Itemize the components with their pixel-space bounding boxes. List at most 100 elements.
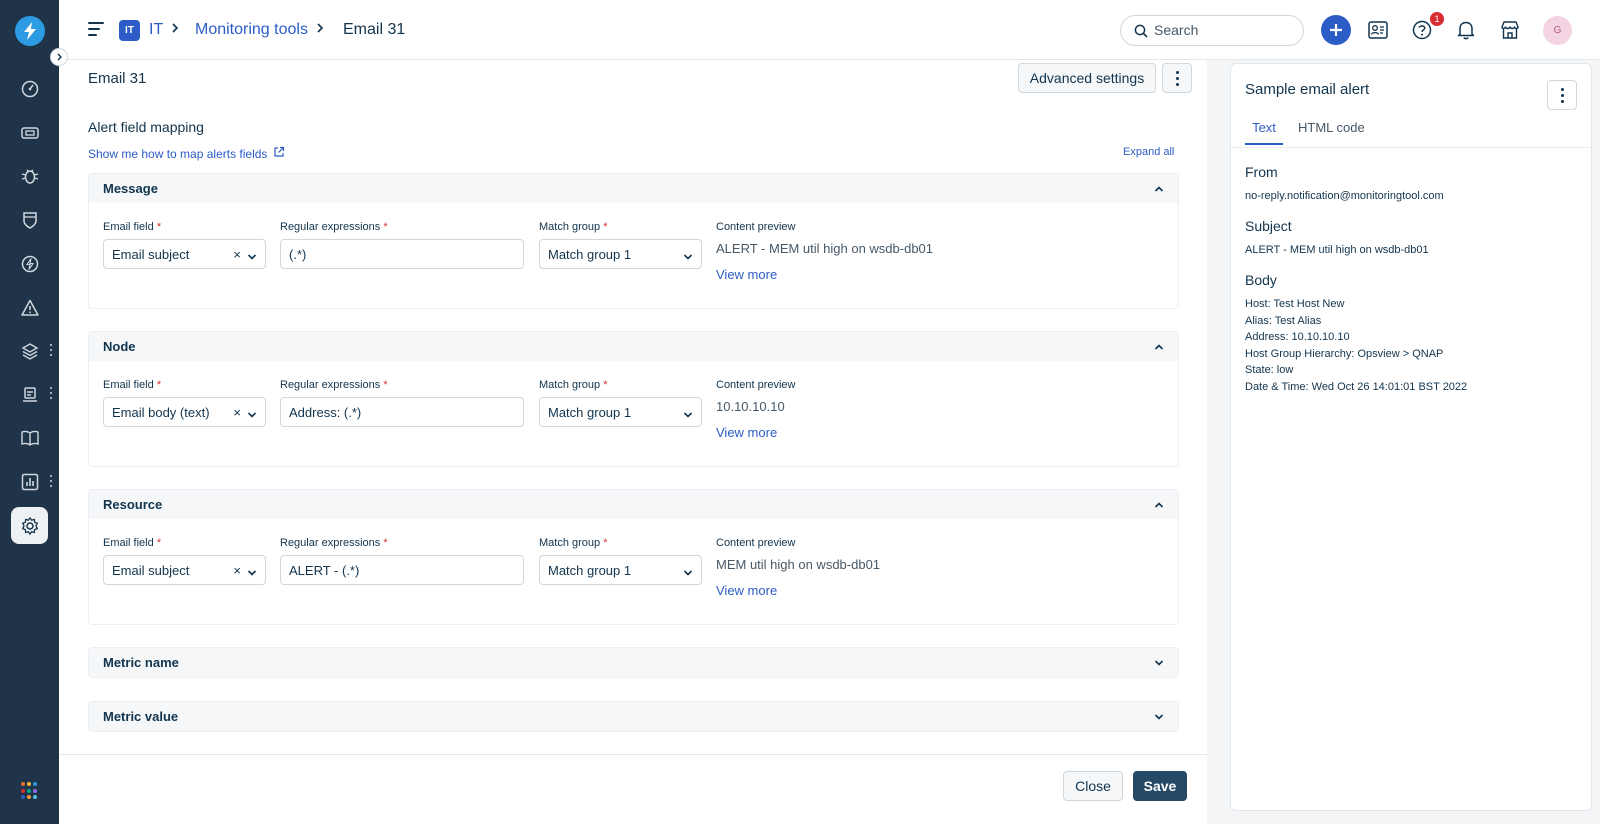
match-group-label: Match group * xyxy=(539,221,608,233)
chevron-up-icon[interactable] xyxy=(1154,497,1164,512)
apps-grid-icon[interactable] xyxy=(21,782,39,800)
devices-icon[interactable] xyxy=(11,376,48,413)
store-icon[interactable] xyxy=(1497,17,1523,43)
match-group-value: Match group 1 xyxy=(548,404,632,420)
match-group-select[interactable]: Match group 1 xyxy=(539,397,702,427)
contacts-icon[interactable] xyxy=(1365,17,1391,43)
content-preview-value: ALERT - MEM util high on wsdb-db01 xyxy=(716,241,934,256)
plus-icon[interactable] xyxy=(1321,15,1351,45)
email-field-select[interactable]: Email subject × xyxy=(103,555,266,585)
regex-input[interactable] xyxy=(280,239,524,269)
help-link[interactable]: Show me how to map alerts fields xyxy=(88,146,285,161)
match-group-select[interactable]: Match group 1 xyxy=(539,555,702,585)
main-content: Email 31 Advanced settings Alert field m… xyxy=(59,60,1207,824)
card-title: Resource xyxy=(103,497,163,512)
from-label: From xyxy=(1245,164,1278,180)
bell-icon[interactable] xyxy=(1453,17,1479,43)
email-field-label: Email field * xyxy=(103,537,162,549)
help-notification-badge: 1 xyxy=(1430,12,1444,26)
card-title: Metric name xyxy=(103,655,179,670)
gear-icon[interactable] xyxy=(11,507,48,544)
breadcrumb-it[interactable]: IT xyxy=(149,21,163,39)
body-line: Host Group Hierarchy: Opsview > QNAP xyxy=(1245,347,1444,360)
top-bar: IT IT Monitoring tools Email 31 1 G xyxy=(59,0,1600,60)
chevron-down-icon[interactable] xyxy=(1154,709,1164,724)
workspace-badge: IT xyxy=(119,20,140,41)
devices-more-icon[interactable] xyxy=(49,387,53,399)
email-field-value: Email body (text) xyxy=(112,404,210,420)
bug-icon[interactable] xyxy=(11,157,48,194)
clear-icon[interactable]: × xyxy=(233,405,241,420)
left-nav-rail xyxy=(0,0,68,824)
form-footer: Close Save xyxy=(59,754,1207,824)
mapping-card-metric-value[interactable]: Metric value xyxy=(88,701,1179,732)
view-more-link[interactable]: View more xyxy=(716,583,777,598)
regex-input[interactable] xyxy=(280,397,524,427)
avatar[interactable]: G xyxy=(1543,16,1572,45)
bolt-logo-icon[interactable] xyxy=(15,16,45,46)
breadcrumb-separator-icon xyxy=(170,20,180,41)
expand-nav-button[interactable] xyxy=(50,48,68,66)
menu-icon[interactable] xyxy=(88,22,104,36)
view-more-link[interactable]: View more xyxy=(716,267,777,282)
tab-text[interactable]: Text xyxy=(1245,120,1283,145)
regex-label: Regular expressions * xyxy=(280,379,388,391)
alert-triangle-icon[interactable] xyxy=(11,289,48,326)
expand-all-link[interactable]: Expand all xyxy=(1123,146,1174,158)
chevron-down-icon[interactable] xyxy=(1154,655,1164,670)
page-title: Email 31 xyxy=(88,70,147,87)
card-header[interactable]: Resource xyxy=(89,490,1178,519)
clear-icon[interactable]: × xyxy=(233,563,241,578)
card-header[interactable]: Node xyxy=(89,332,1178,361)
email-field-select[interactable]: Email subject × xyxy=(103,239,266,269)
shield-icon[interactable] xyxy=(11,201,48,238)
chevron-up-icon[interactable] xyxy=(1154,339,1164,354)
email-field-select[interactable]: Email body (text) × xyxy=(103,397,266,427)
layers-more-icon[interactable] xyxy=(49,344,53,356)
mapping-card-resource: Resource Email field * Regular expressio… xyxy=(88,489,1179,625)
email-field-label: Email field * xyxy=(103,221,162,233)
content-preview-label: Content preview xyxy=(716,221,796,233)
sample-email-panel: Sample email alert Text HTML code From n… xyxy=(1230,63,1592,811)
layers-icon[interactable] xyxy=(11,332,48,369)
advanced-settings-button[interactable]: Advanced settings xyxy=(1018,63,1156,93)
search-icon xyxy=(1134,24,1148,43)
email-field-value: Email subject xyxy=(112,246,190,262)
clear-icon[interactable]: × xyxy=(233,247,241,262)
dashboard-icon[interactable] xyxy=(11,70,48,107)
book-icon[interactable] xyxy=(11,419,48,456)
help-link-label: Show me how to map alerts fields xyxy=(88,146,268,161)
breadcrumb-current: Email 31 xyxy=(343,21,406,38)
card-title: Metric value xyxy=(103,709,179,724)
external-link-icon xyxy=(273,146,285,161)
content-preview-label: Content preview xyxy=(716,379,796,391)
subject-label: Subject xyxy=(1245,218,1292,234)
card-header[interactable]: Metric name xyxy=(89,648,1178,677)
chart-more-icon[interactable] xyxy=(49,475,53,487)
chart-icon[interactable] xyxy=(11,463,48,500)
search-box[interactable] xyxy=(1120,15,1304,46)
save-button[interactable]: Save xyxy=(1133,771,1187,801)
mapping-card-node: Node Email field * Regular expressions *… xyxy=(88,331,1179,467)
match-group-select[interactable]: Match group 1 xyxy=(539,239,702,269)
panel-more-button[interactable] xyxy=(1547,80,1577,110)
mapping-card-metric-name[interactable]: Metric name xyxy=(88,647,1179,678)
chevron-up-icon[interactable] xyxy=(1154,181,1164,196)
view-more-link[interactable]: View more xyxy=(716,425,777,440)
card-header[interactable]: Metric value xyxy=(89,702,1178,731)
tab-html-code[interactable]: HTML code xyxy=(1298,120,1365,143)
chevron-down-icon xyxy=(683,407,693,422)
chevron-down-icon xyxy=(683,249,693,264)
ticket-icon[interactable] xyxy=(11,114,48,151)
email-field-value: Email subject xyxy=(112,562,190,578)
card-header[interactable]: Message xyxy=(89,174,1178,203)
body-line: Alias: Test Alias xyxy=(1245,314,1322,327)
search-input[interactable] xyxy=(1154,22,1294,38)
lightning-icon[interactable] xyxy=(11,245,48,282)
chevron-down-icon xyxy=(247,565,257,580)
more-options-button[interactable] xyxy=(1162,63,1192,93)
regex-input[interactable] xyxy=(280,555,524,585)
card-title: Message xyxy=(103,181,158,196)
breadcrumb-monitoring-tools[interactable]: Monitoring tools xyxy=(195,21,308,39)
close-button[interactable]: Close xyxy=(1063,771,1123,801)
